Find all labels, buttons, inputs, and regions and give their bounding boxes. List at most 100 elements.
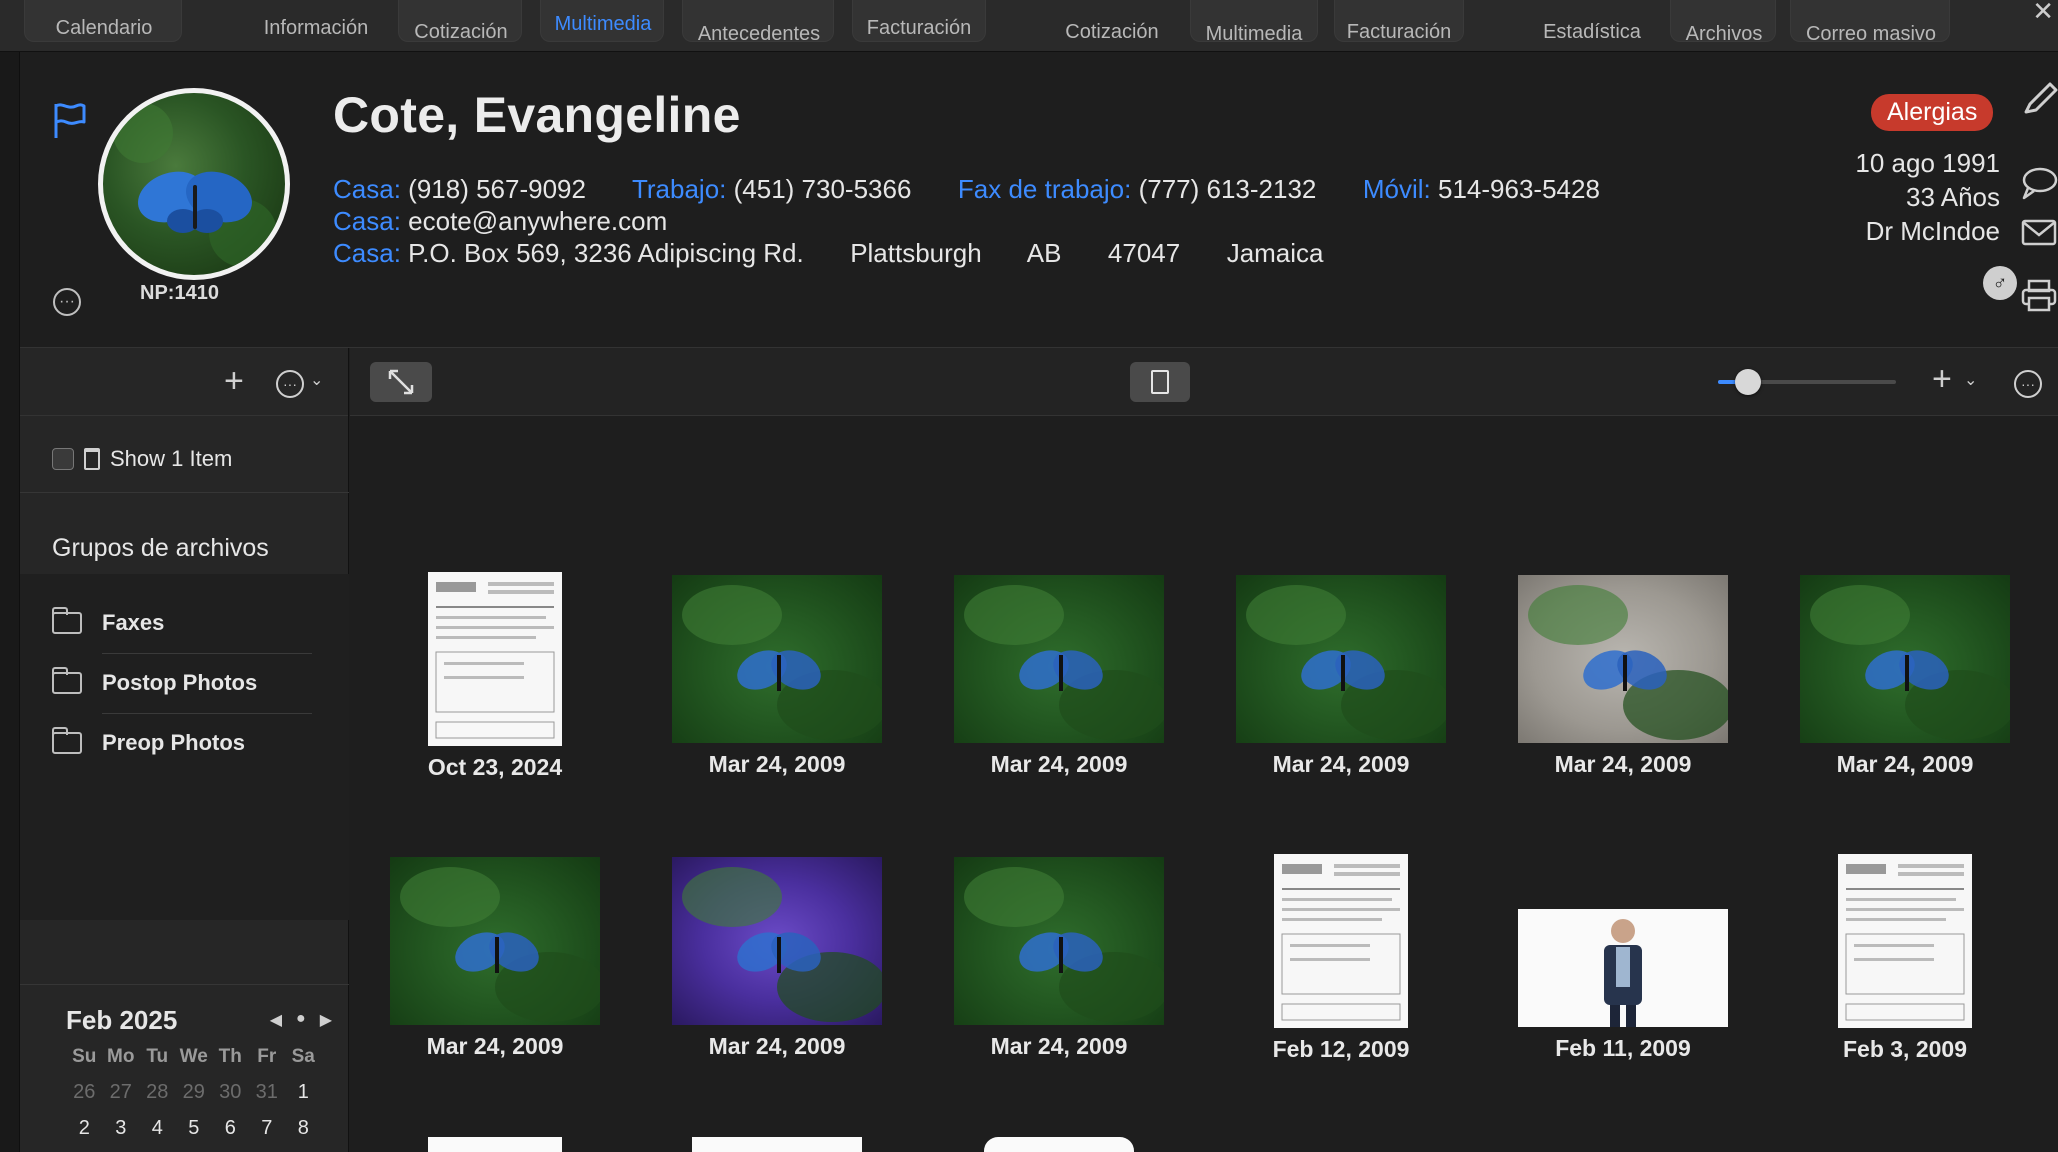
divider [20, 492, 349, 493]
calendar-day[interactable]: 29 [176, 1074, 213, 1110]
phone-value[interactable]: (451) 730-5366 [734, 174, 912, 204]
calendar-day[interactable]: 26 [66, 1074, 103, 1110]
media-item[interactable]: Feb 12, 2009 [1200, 699, 1482, 1062]
media-item[interactable]: Mar 24, 2009 [1764, 417, 2046, 777]
tab-label: Cotización [1065, 21, 1159, 43]
tab-label: Facturación [866, 17, 972, 39]
phone-value[interactable]: 514-963-5428 [1438, 174, 1600, 204]
edit-pencil-icon[interactable] [2020, 82, 2058, 116]
group-label: Postop Photos [102, 670, 258, 695]
tab-archivos[interactable]: Archivos [1674, 0, 1774, 50]
printer-icon[interactable] [2020, 278, 2058, 312]
document-thumbnail[interactable] [1274, 854, 1408, 1028]
photo-thumbnail[interactable] [672, 857, 882, 1025]
mail-icon[interactable] [2020, 216, 2058, 250]
photo-thumbnail[interactable] [954, 857, 1164, 1025]
tab-informacion[interactable]: Información [252, 0, 380, 50]
more-options-icon[interactable]: ··· [53, 288, 81, 316]
email-value[interactable]: ecote@anywhere.com [408, 206, 667, 236]
message-bubble-icon[interactable] [2020, 166, 2058, 200]
media-item[interactable]: Mar 24, 2009 [1482, 417, 1764, 777]
add-media-button[interactable]: + [1932, 362, 1952, 396]
show-items-checkbox[interactable] [52, 448, 74, 470]
photo-thumbnail[interactable] [390, 857, 600, 1025]
tab-cotizacion-2[interactable]: Cotización [1052, 0, 1172, 50]
weekday: Sa [291, 1046, 315, 1067]
calendar-day[interactable]: 6 [212, 1110, 249, 1146]
chevron-down-icon[interactable]: ⌄ [310, 370, 323, 390]
media-date: Feb 12, 2009 [1272, 1036, 1410, 1062]
media-item[interactable]: Mar 24, 2009 [354, 699, 636, 1059]
tab-antecedentes[interactable]: Antecedentes [686, 0, 832, 50]
tab-correo-masivo[interactable]: Correo masivo [1794, 0, 1948, 50]
gender-icon: ♂ [1983, 266, 2017, 300]
photo-thumbnail[interactable] [1518, 909, 1728, 1027]
divider [20, 984, 349, 985]
zoom-slider-knob[interactable] [1735, 369, 1762, 395]
calendar-day[interactable]: 7 [249, 1110, 286, 1146]
media-item[interactable]: Mar 24, 2009 [636, 417, 918, 777]
media-more-icon[interactable]: ··· [2014, 370, 2042, 398]
tab-facturacion[interactable]: Facturación [856, 0, 982, 50]
expand-button[interactable] [370, 362, 432, 402]
avatar[interactable] [98, 88, 290, 280]
tab-label: Archivos [1685, 23, 1763, 45]
media-item[interactable]: Mar 24, 2009 [918, 417, 1200, 777]
media-item[interactable]: Mar 24, 2009 [918, 699, 1200, 1059]
tab-facturacion-2[interactable]: Facturación [1336, 0, 1462, 50]
close-icon[interactable]: ✕ [2032, 0, 2054, 27]
add-group-button[interactable]: + [224, 364, 244, 398]
weekday: Th [218, 1046, 242, 1067]
sidebar-more-icon[interactable]: ··· [276, 370, 304, 398]
tab-label: Facturación [1346, 21, 1452, 43]
calendar-day[interactable]: 1 [285, 1074, 322, 1110]
photo-thumbnail[interactable] [984, 1137, 1134, 1152]
weekday: We [179, 1046, 208, 1067]
tab-multimedia[interactable]: Multimedia [544, 0, 662, 50]
weekday: Mo [107, 1046, 135, 1067]
calendar-day[interactable]: 31 [249, 1074, 286, 1110]
group-item-postop-photos[interactable]: Postop Photos [52, 667, 258, 696]
calendar-days: 26 27 28 29 30 31 1 2 3 4 5 6 7 8 [54, 1074, 344, 1146]
next-month-icon[interactable]: ▶ [320, 1010, 332, 1030]
phone-value[interactable]: (918) 567-9092 [408, 174, 586, 204]
calendar-day[interactable]: 3 [103, 1110, 140, 1146]
photo-thumbnail[interactable] [428, 1137, 562, 1152]
media-item[interactable]: Mar 24, 2009 [1200, 417, 1482, 777]
address-postal: 47047 [1107, 238, 1181, 268]
media-item[interactable]: Oct 23, 2024 [354, 417, 636, 780]
media-item[interactable]: Feb 3, 2009 [1764, 699, 2046, 1062]
tab-calendario[interactable]: Calendario [48, 0, 160, 50]
allergy-badge[interactable]: Alergias [1871, 94, 1994, 131]
calendar-day[interactable]: 8 [285, 1110, 322, 1146]
tab-estadistica[interactable]: Estadística [1532, 0, 1652, 50]
calendar-day[interactable]: 30 [212, 1074, 249, 1110]
butterfly-photo [113, 103, 277, 267]
show-items-row[interactable]: Show 1 Item [52, 446, 232, 472]
photo-thumbnail[interactable] [692, 1137, 862, 1152]
zoom-slider[interactable] [1718, 369, 1896, 395]
document-thumbnail[interactable] [1838, 854, 1972, 1028]
calendar-week: 26 27 28 29 30 31 1 [54, 1074, 344, 1110]
group-item-faxes[interactable]: Faxes [52, 607, 164, 636]
media-item[interactable]: Mar 24, 2009 [636, 699, 918, 1059]
email-row: Casa: ecote@anywhere.com [333, 206, 667, 237]
flag-icon[interactable] [50, 100, 88, 140]
phone-value[interactable]: (777) 613-2132 [1139, 174, 1317, 204]
today-dot-icon[interactable]: ● [296, 1010, 306, 1030]
tab-multimedia-2[interactable]: Multimedia [1194, 0, 1314, 50]
prev-month-icon[interactable]: ◀ [270, 1010, 282, 1030]
calendar-day[interactable]: 4 [139, 1110, 176, 1146]
calendar-day[interactable]: 27 [103, 1074, 140, 1110]
calendar-day[interactable]: 28 [139, 1074, 176, 1110]
phone-key: Casa: [333, 174, 401, 204]
media-item[interactable]: Feb 11, 2009 [1482, 699, 1764, 1061]
weekday: Tu [146, 1046, 169, 1067]
tab-cotizacion[interactable]: Cotización [402, 0, 520, 50]
calendar-day[interactable]: 5 [176, 1110, 213, 1146]
document-view-button[interactable] [1130, 362, 1190, 402]
calendar-day[interactable]: 2 [66, 1110, 103, 1146]
chevron-down-icon[interactable]: ⌄ [1964, 370, 1977, 390]
group-item-preop-photos[interactable]: Preop Photos [52, 727, 245, 756]
calendar-week: 2345678 [54, 1110, 344, 1146]
